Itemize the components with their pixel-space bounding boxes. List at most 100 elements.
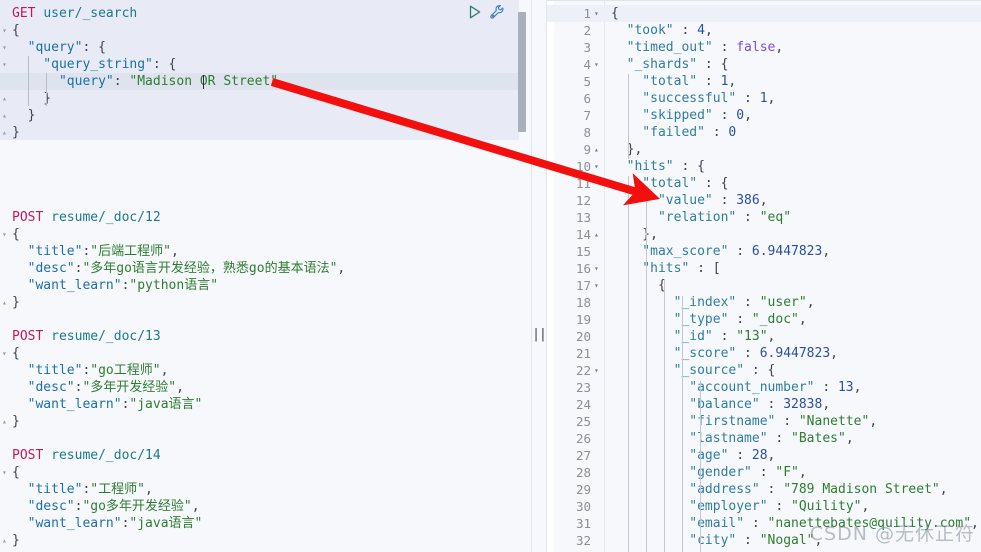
request-line[interactable]: "want_learn":"java语言": [0, 396, 519, 413]
fold-collapse-icon[interactable]: [2, 350, 10, 358]
response-line[interactable]: 14 },: [547, 226, 981, 243]
fold-collapse-icon[interactable]: [594, 56, 603, 73]
fold-expand-icon[interactable]: [594, 141, 603, 158]
fold-collapse-icon[interactable]: [2, 469, 10, 477]
response-line[interactable]: 3 "timed_out" : false,: [547, 39, 981, 56]
response-line[interactable]: 23 "account_number" : 13,: [547, 379, 981, 396]
response-line[interactable]: 4 "_shards" : {: [547, 56, 981, 73]
response-line[interactable]: 19 "_type" : "_doc",: [547, 311, 981, 328]
request-line[interactable]: [0, 430, 519, 447]
response-line[interactable]: 16 "hits" : [: [547, 260, 981, 277]
code-token: ,: [767, 329, 776, 344]
request-line[interactable]: "want_learn":"python语言": [0, 277, 519, 294]
request-line[interactable]: [0, 158, 519, 175]
response-line[interactable]: 12 "value" : 386,: [547, 192, 981, 209]
response-line[interactable]: 8 "failed" : 0: [547, 124, 981, 141]
code-token: ,: [939, 482, 948, 497]
response-line[interactable]: 5 "total" : 1,: [547, 73, 981, 90]
request-line[interactable]: {: [0, 226, 519, 243]
response-line[interactable]: 7 "skipped" : 0,: [547, 107, 981, 124]
response-line[interactable]: 13 "relation" : "eq": [547, 209, 981, 226]
fold-expand-icon[interactable]: [2, 95, 10, 103]
response-line[interactable]: 27 "age" : 28,: [547, 447, 981, 464]
code-token: {: [12, 23, 20, 38]
request-line[interactable]: [0, 175, 519, 192]
request-line[interactable]: GET user/_search: [0, 5, 519, 22]
request-line[interactable]: [0, 141, 519, 158]
response-line[interactable]: 15 "max_score" : 6.9447823,: [547, 243, 981, 260]
response-line[interactable]: 30 "employer" : "Quility",: [547, 498, 981, 515]
fold-expand-icon[interactable]: [2, 299, 10, 307]
request-line[interactable]: "desc":"多年go语言开发经验，熟悉go的基本语法",: [0, 260, 519, 277]
response-line[interactable]: 20 "_id" : "13",: [547, 328, 981, 345]
request-line[interactable]: "desc":"多年开发经验",: [0, 379, 519, 396]
request-editor-scrollbar-thumb[interactable]: [518, 12, 526, 132]
request-line[interactable]: [0, 311, 519, 328]
play-icon[interactable]: [467, 4, 483, 20]
request-line[interactable]: "title":"go工程师",: [0, 362, 519, 379]
wrench-icon[interactable]: [489, 4, 505, 20]
response-line[interactable]: 25 "firstname" : "Nanette",: [547, 413, 981, 430]
request-line[interactable]: {: [0, 22, 519, 39]
request-line[interactable]: POST resume/_doc/12: [0, 209, 519, 226]
request-line[interactable]: {: [0, 464, 519, 481]
request-line[interactable]: }: [0, 124, 519, 141]
response-line[interactable]: 29 "address" : "789 Madison Street",: [547, 481, 981, 498]
request-line[interactable]: "query": {: [0, 39, 519, 56]
response-line[interactable]: 10 "hits" : {: [547, 158, 981, 175]
fold-collapse-icon[interactable]: [2, 231, 10, 239]
fold-collapse-icon[interactable]: [594, 277, 603, 294]
code-token: {: [611, 278, 666, 293]
fold-expand-icon[interactable]: [2, 112, 10, 120]
request-line[interactable]: "want_learn":"java语言": [0, 515, 519, 532]
fold-collapse-icon[interactable]: [594, 260, 603, 277]
response-line[interactable]: 9 },: [547, 141, 981, 158]
splitter-grip[interactable]: ||: [532, 328, 547, 342]
fold-expand-icon[interactable]: [2, 537, 10, 545]
request-line[interactable]: "desc":"go多年开发经验",: [0, 498, 519, 515]
editor-action-icons[interactable]: [467, 4, 505, 20]
code-token: "relation": [611, 210, 737, 225]
response-line[interactable]: 17 {: [547, 277, 981, 294]
request-line[interactable]: [0, 192, 519, 209]
request-line[interactable]: POST resume/_doc/14: [0, 447, 519, 464]
request-code-area[interactable]: GET user/_search{ "query": { "query_stri…: [0, 0, 519, 552]
request-line[interactable]: }: [0, 107, 519, 124]
pane-splitter[interactable]: ||: [531, 0, 547, 552]
code-token: ,: [176, 380, 184, 395]
response-line[interactable]: 11 "total" : {: [547, 175, 981, 192]
code-token: "total": [611, 176, 698, 191]
response-line[interactable]: 22 "_source" : {: [547, 362, 981, 379]
fold-collapse-icon[interactable]: [2, 27, 10, 35]
request-line[interactable]: {: [0, 345, 519, 362]
request-line[interactable]: "title":"后端工程师",: [0, 243, 519, 260]
response-line[interactable]: 28 "gender" : "F",: [547, 464, 981, 481]
request-line[interactable]: }: [0, 532, 519, 549]
response-line-text: "firstname" : "Nanette",: [611, 413, 877, 430]
request-line[interactable]: POST resume/_doc/13: [0, 328, 519, 345]
response-line[interactable]: 18 "_index" : "user",: [547, 294, 981, 311]
request-line[interactable]: "query_string": {: [0, 56, 519, 73]
fold-expand-icon[interactable]: [594, 226, 603, 243]
code-token: "query_string": [12, 57, 153, 72]
request-line[interactable]: "title":"工程师",: [0, 481, 519, 498]
response-line[interactable]: 26 "lastname" : "Bates",: [547, 430, 981, 447]
response-line[interactable]: 1{: [547, 5, 981, 22]
response-line[interactable]: 24 "balance" : 32838,: [547, 396, 981, 413]
fold-expand-icon[interactable]: [2, 129, 10, 137]
request-line[interactable]: }: [0, 294, 519, 311]
request-line[interactable]: "query": "Madison OR Street": [0, 73, 519, 90]
request-line[interactable]: }: [0, 413, 519, 430]
fold-collapse-icon[interactable]: [594, 158, 603, 175]
request-line[interactable]: }: [0, 90, 519, 107]
response-line[interactable]: 21 "_score" : 6.9447823,: [547, 345, 981, 362]
fold-collapse-icon[interactable]: [2, 44, 10, 52]
fold-collapse-icon[interactable]: [2, 61, 10, 69]
response-line[interactable]: 2 "took" : 4,: [547, 22, 981, 39]
request-editor-pane[interactable]: GET user/_search{ "query": { "query_stri…: [0, 0, 531, 552]
fold-collapse-icon[interactable]: [594, 362, 603, 379]
response-line[interactable]: 6 "successful" : 1,: [547, 90, 981, 107]
fold-collapse-icon[interactable]: [594, 5, 603, 22]
response-viewer-pane[interactable]: 1{2 "took" : 4,3 "timed_out" : false,4 "…: [547, 0, 981, 552]
fold-expand-icon[interactable]: [2, 418, 10, 426]
